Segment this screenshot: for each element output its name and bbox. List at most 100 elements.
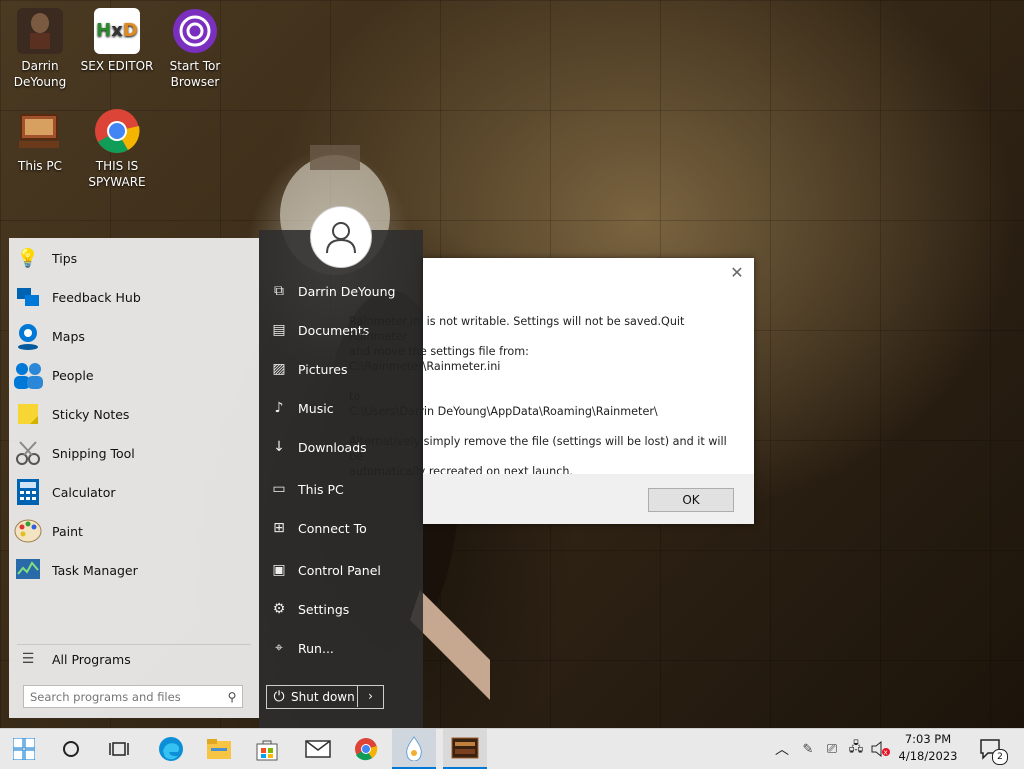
program-calculator[interactable]: Calculator bbox=[9, 474, 259, 510]
all-programs-button[interactable]: ☰ All Programs bbox=[9, 641, 259, 677]
start-menu-programs-panel: 💡 Tips Feedback Hub Maps People Sticky N… bbox=[9, 238, 259, 718]
program-feedback-hub[interactable]: Feedback Hub bbox=[9, 279, 259, 315]
place-label: Pictures bbox=[298, 361, 348, 377]
program-sticky-notes[interactable]: Sticky Notes bbox=[9, 396, 259, 432]
place-settings[interactable]: ⚙ Settings bbox=[259, 594, 423, 624]
shutdown-options-button[interactable]: › bbox=[357, 685, 383, 707]
place-user-folder[interactable]: ⧉ Darrin DeYoung bbox=[259, 276, 423, 306]
run-icon: ⌖ bbox=[275, 640, 283, 656]
speaker-muted-icon: x bbox=[871, 741, 890, 757]
dialog-line: Rainmeter.ini is not writable. Settings … bbox=[349, 315, 685, 343]
place-label: Music bbox=[298, 400, 334, 416]
all-programs-label: All Programs bbox=[52, 651, 131, 667]
edge-taskbar-button[interactable] bbox=[149, 729, 193, 769]
desktop-icon-label: SEX EDITOR bbox=[80, 59, 154, 73]
search-box[interactable]: ⚲ bbox=[23, 685, 243, 708]
task-view-button[interactable] bbox=[97, 729, 141, 769]
taskbar: ︿ ✎ ⎚ 🖧 x 7:03 PM 4/18/2023 2 bbox=[0, 728, 1024, 769]
search-icon[interactable]: ⚲ bbox=[222, 690, 242, 704]
place-label: Connect To bbox=[298, 520, 367, 536]
store-taskbar-button[interactable] bbox=[245, 729, 289, 769]
search-taskbar-button[interactable] bbox=[49, 729, 93, 769]
monitor-icon: ▭ bbox=[272, 481, 286, 497]
people-icon bbox=[13, 360, 43, 390]
program-task-manager[interactable]: Task Manager bbox=[9, 552, 259, 588]
mail-taskbar-button[interactable] bbox=[296, 729, 340, 769]
power-icon: ⏻ bbox=[273, 689, 285, 705]
chrome-icon bbox=[355, 738, 378, 761]
file-explorer-taskbar-button[interactable] bbox=[197, 729, 241, 769]
place-control-panel[interactable]: ▣ Control Panel bbox=[259, 555, 423, 585]
place-connect-to[interactable]: ⊞ Connect To bbox=[259, 513, 423, 543]
clock[interactable]: 7:03 PM 4/18/2023 bbox=[894, 731, 962, 767]
program-label: People bbox=[52, 367, 94, 383]
place-label: This PC bbox=[298, 481, 344, 497]
program-tips[interactable]: 💡 Tips bbox=[9, 240, 259, 276]
chart-icon bbox=[13, 555, 43, 585]
camera-icon: ⎚ bbox=[826, 741, 838, 757]
desktop-icon-chrome[interactable]: THIS IS SPYWARE bbox=[79, 108, 155, 190]
calculator-icon bbox=[13, 477, 43, 507]
desktop-icon-label: This PC bbox=[18, 159, 62, 173]
lightbulb-icon: 💡 bbox=[16, 247, 40, 269]
gear-icon: ⚙ bbox=[272, 601, 286, 617]
map-pin-icon bbox=[13, 321, 43, 351]
program-label: Snipping Tool bbox=[52, 445, 135, 461]
desktop-icon-label: THIS IS SPYWARE bbox=[88, 159, 146, 189]
circle-search-icon bbox=[63, 741, 79, 757]
document-icon: ▤ bbox=[272, 322, 286, 338]
desktop-icon-tor[interactable]: Start Tor Browser bbox=[157, 8, 233, 90]
desktop-icon-user[interactable]: Darrin DeYoung bbox=[2, 8, 78, 90]
search-input[interactable] bbox=[24, 688, 222, 705]
dialog-footer: OK bbox=[423, 474, 754, 524]
program-people[interactable]: People bbox=[9, 357, 259, 393]
program-snipping-tool[interactable]: Snipping Tool bbox=[9, 435, 259, 471]
tray-network-button[interactable]: 🖧 bbox=[843, 729, 869, 769]
program-label: Calculator bbox=[52, 484, 116, 500]
network-monitor-icon: 🖧 bbox=[848, 740, 864, 755]
start-button[interactable] bbox=[2, 729, 46, 769]
user-icon bbox=[326, 222, 356, 254]
feedback-icon bbox=[13, 282, 43, 312]
ok-button[interactable]: OK bbox=[648, 488, 734, 512]
place-label: Control Panel bbox=[298, 562, 381, 578]
folder-icon bbox=[207, 739, 231, 759]
palette-icon bbox=[13, 516, 43, 546]
shutdown-label: Shut down bbox=[291, 690, 355, 704]
download-icon: ↓ bbox=[273, 439, 285, 455]
desktop-icon-hex-editor[interactable]: HxD SEX EDITOR bbox=[79, 8, 155, 74]
windows-logo-icon bbox=[13, 738, 35, 760]
program-label: Tips bbox=[52, 250, 78, 266]
program-label: Task Manager bbox=[52, 562, 138, 578]
program-paint[interactable]: Paint bbox=[9, 513, 259, 549]
tray-meet-button[interactable]: ⎚ bbox=[819, 729, 845, 769]
place-label: Run... bbox=[298, 640, 334, 656]
action-center-button[interactable]: 2 bbox=[968, 729, 1012, 769]
user-folder-icon: ⧉ bbox=[274, 283, 284, 299]
desktop-icon-this-pc[interactable]: This PC bbox=[2, 108, 78, 174]
task-view-icon bbox=[109, 742, 129, 756]
tray-pen-button[interactable]: ✎ bbox=[795, 729, 821, 769]
clock-time: 7:03 PM bbox=[904, 732, 952, 746]
close-icon[interactable]: ✕ bbox=[728, 264, 746, 282]
program-maps[interactable]: Maps bbox=[9, 318, 259, 354]
dialog-line: C:\Rainmeter\Rainmeter.ini bbox=[349, 360, 501, 373]
dialog-line: to bbox=[349, 390, 361, 403]
desktop-icon-label: Darrin DeYoung bbox=[13, 59, 67, 89]
chevron-right-icon: › bbox=[368, 689, 373, 703]
rainmeter-taskbar-button[interactable] bbox=[392, 729, 436, 769]
hex-editor-icon: HxD bbox=[94, 8, 140, 54]
pen-icon: ✎ bbox=[802, 741, 814, 757]
app-taskbar-button[interactable] bbox=[443, 729, 487, 769]
tray-volume-button[interactable]: x bbox=[867, 729, 893, 769]
user-avatar[interactable] bbox=[310, 206, 372, 268]
chrome-taskbar-button[interactable] bbox=[344, 729, 388, 769]
sticky-note-icon bbox=[13, 399, 43, 429]
ok-label: OK bbox=[682, 493, 700, 507]
music-icon: ♪ bbox=[274, 400, 284, 416]
edge-icon bbox=[159, 737, 183, 761]
place-run[interactable]: ⌖ Run... bbox=[259, 633, 423, 663]
start-menu-places-panel: ⧉ Darrin DeYoung ▤ Documents ▨ Pictures ♪ Mu… bbox=[259, 206, 423, 728]
dialog-message: Rainmeter.ini is not writable. Settings … bbox=[349, 314, 739, 479]
chevron-up-icon: ︿ bbox=[775, 742, 789, 758]
